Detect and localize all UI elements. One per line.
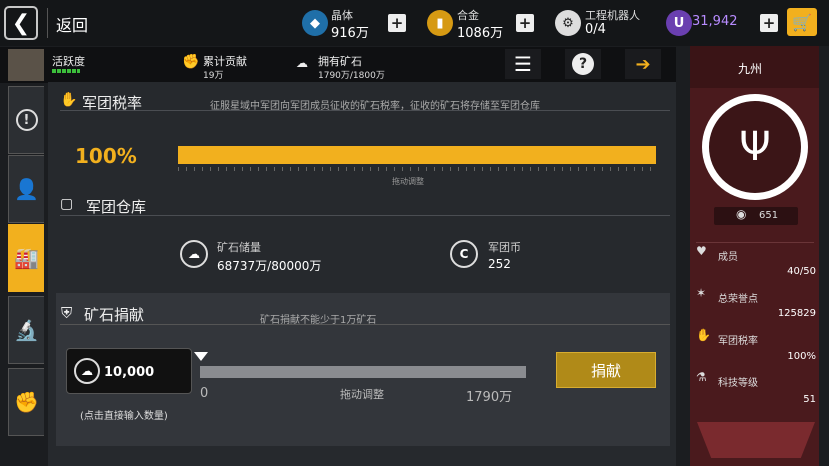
- activity-label: 活跃度: [52, 55, 85, 68]
- robot-icon: ⚙: [555, 10, 581, 36]
- alloy-label: 合金: [457, 9, 479, 22]
- contribution-value: 19万: [203, 71, 224, 81]
- add-currency-button[interactable]: +: [760, 14, 778, 32]
- legion-emblem[interactable]: Ψ: [702, 94, 808, 200]
- currency-value: 31,942: [692, 14, 738, 29]
- alert-icon: !: [15, 109, 38, 131]
- slider-hint: 拖动调整: [340, 388, 384, 401]
- donate-slider[interactable]: [200, 366, 526, 378]
- fist-icon: ✊: [182, 54, 200, 70]
- legion-tax-value: 100%: [787, 351, 816, 362]
- tax-slider-fill[interactable]: [178, 146, 656, 164]
- legion-panel-banner: [697, 422, 815, 458]
- help-button[interactable]: ?: [565, 49, 601, 79]
- legion-coin-icon: C: [450, 240, 478, 268]
- alloy-value: 1086万: [457, 26, 504, 41]
- contribution-label: 累计贡献: [203, 55, 247, 68]
- slider-max: 1790万: [466, 390, 513, 405]
- exit-icon[interactable]: ➔: [625, 49, 661, 79]
- question-icon: ?: [572, 53, 594, 75]
- warehouse-ore-label: 矿石储量: [217, 241, 261, 254]
- ore-pile-icon: ☁: [74, 358, 100, 384]
- slider-handle[interactable]: [194, 352, 208, 361]
- donate-input-hint: (点击直接输入数量): [80, 411, 168, 422]
- legion-name: 九州: [738, 62, 763, 76]
- trident-icon: Ψ: [709, 101, 801, 193]
- tax-percent: 100%: [75, 144, 137, 168]
- avatar[interactable]: [8, 49, 44, 81]
- donate-title: 矿石捐献: [84, 306, 145, 324]
- person-icon: 👤: [14, 177, 39, 201]
- crystal-label: 晶体: [331, 9, 353, 22]
- divider: [47, 8, 48, 38]
- microscope-icon: 🔬: [14, 318, 39, 342]
- level-icon: ◉: [736, 207, 747, 221]
- ore-value: 1790万/1800万: [318, 71, 385, 81]
- honor-value: 125829: [777, 308, 816, 319]
- warehouse-ore-value: 68737万/80000万: [217, 259, 322, 273]
- tab-war[interactable]: ✊: [8, 368, 44, 436]
- ore-label: 拥有矿石: [318, 55, 362, 68]
- members-label: 成员: [718, 252, 738, 263]
- crystal-value: 916万: [331, 26, 369, 41]
- add-crystal-button[interactable]: +: [388, 14, 406, 32]
- legion-coin-value: 252: [488, 257, 511, 271]
- shop-cart-icon[interactable]: 🛒: [787, 8, 817, 36]
- add-alloy-button[interactable]: +: [516, 14, 534, 32]
- ore-icon: ☁: [296, 56, 308, 70]
- tech-value: 51: [803, 394, 816, 405]
- alloy-icon: ▮: [427, 10, 453, 36]
- slider-min: 0: [200, 386, 209, 401]
- donate-amount-value[interactable]: 10,000: [104, 365, 154, 380]
- member-icon: ♥: [696, 244, 707, 258]
- robot-value: 0/4: [585, 22, 606, 37]
- divider: [60, 324, 670, 325]
- members-value: 40/50: [787, 266, 816, 277]
- tax-slider-ticks: [178, 167, 656, 171]
- tab-info[interactable]: !: [8, 86, 44, 154]
- tech-icon: ⚗: [696, 370, 707, 384]
- honor-icon: ✶: [696, 286, 707, 300]
- robot-label: 工程机器人: [585, 9, 640, 22]
- u-currency-icon: U: [666, 10, 692, 36]
- back-label[interactable]: 返回: [56, 12, 88, 36]
- tax-slider-hint: 拖动调整: [392, 177, 424, 186]
- divider: [696, 242, 814, 243]
- warehouse-title: 军团仓库: [86, 198, 147, 216]
- tax-icon: ✋: [696, 328, 711, 342]
- box-icon: ▢: [60, 196, 74, 212]
- honor-label: 总荣誉点: [718, 294, 758, 305]
- legion-tax-label: 军团税率: [718, 336, 758, 347]
- divider: [60, 110, 670, 111]
- list-icon[interactable]: ☰: [505, 49, 541, 79]
- legion-level: 651: [759, 210, 779, 221]
- tech-label: 科技等级: [718, 378, 758, 389]
- legion-coin-label: 军团币: [488, 241, 521, 254]
- tab-members[interactable]: 👤: [8, 155, 44, 223]
- tab-tech[interactable]: 🔬: [8, 296, 44, 364]
- donate-button[interactable]: 捐献: [556, 352, 656, 388]
- tab-warehouse[interactable]: 🏭: [8, 224, 44, 292]
- level-badge: [714, 207, 798, 225]
- fist-flag-icon: ✊: [14, 390, 39, 414]
- warehouse-icon: 🏭: [14, 246, 39, 270]
- divider: [60, 215, 670, 216]
- hand-coin-icon: ✋: [60, 92, 78, 108]
- crystal-icon: ◆: [302, 10, 328, 36]
- activity-bar: [52, 69, 80, 73]
- back-button[interactable]: ❮: [4, 6, 38, 40]
- shield-hand-icon: ⛨: [61, 304, 73, 322]
- ore-pile-icon: ☁: [180, 240, 208, 268]
